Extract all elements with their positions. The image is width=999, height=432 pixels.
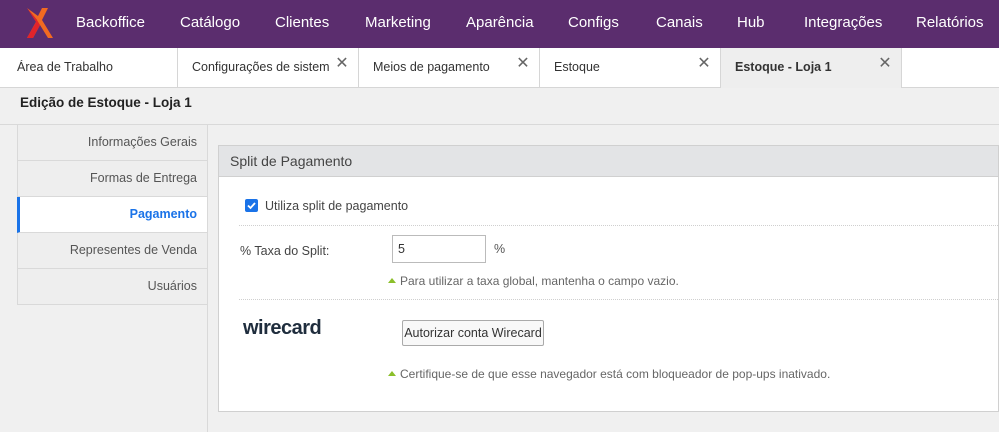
- page-title: Edição de Estoque - Loja 1: [20, 95, 192, 110]
- logo-x-icon[interactable]: [24, 6, 54, 40]
- tab-label: Configurações de sistema: [192, 60, 329, 74]
- split-checkbox[interactable]: [245, 199, 258, 212]
- popup-hint: Certifique-se de que esse navegador está…: [388, 367, 830, 381]
- popup-hint-text: Certifique-se de que esse navegador está…: [400, 367, 831, 381]
- divider: [239, 299, 999, 300]
- close-icon[interactable]: ✕: [515, 56, 531, 72]
- nav-item-configs[interactable]: Configs: [568, 0, 619, 48]
- sidebar-item-label: Representes de Venda: [69, 243, 197, 257]
- panel-title: Split de Pagamento: [230, 153, 353, 169]
- sidebar-item-formas-de-entrega[interactable]: Formas de Entrega: [17, 161, 208, 197]
- sidebar-item-representes-de-venda[interactable]: Representes de Venda: [17, 233, 208, 269]
- fee-unit: %: [494, 242, 506, 256]
- split-payment-panel: Split de Pagamento Utiliza split de paga…: [218, 145, 999, 412]
- divider: [207, 125, 208, 432]
- tab-label: Estoque - Loja 1: [735, 60, 832, 74]
- sidebar-item-informacoes-gerais[interactable]: Informações Gerais: [17, 125, 208, 161]
- nav-item-canais[interactable]: Canais: [656, 0, 703, 48]
- authorize-wirecard-button[interactable]: Autorizar conta Wirecard: [402, 320, 544, 346]
- tab-meios-de-pagamento[interactable]: Meios de pagamento ✕: [359, 48, 540, 87]
- nav-item-aparencia[interactable]: Aparência: [466, 0, 534, 48]
- tab-bar: Área de Trabalho Configurações de sistem…: [0, 48, 999, 88]
- sidebar-item-label: Formas de Entrega: [90, 171, 197, 185]
- arrow-up-icon: [388, 371, 396, 376]
- close-icon[interactable]: ✕: [334, 56, 350, 72]
- tab-label: Meios de pagamento: [373, 60, 490, 74]
- sidebar-item-label: Informações Gerais: [87, 135, 197, 149]
- split-checkbox-label[interactable]: Utiliza split de pagamento: [265, 199, 408, 213]
- fee-hint-text: Para utilizar a taxa global, mantenha o …: [400, 274, 679, 288]
- wirecard-logo: wirecard: [243, 317, 322, 339]
- close-icon[interactable]: ✕: [696, 56, 712, 72]
- tab-configuracoes-de-sistema[interactable]: Configurações de sistema ✕: [178, 48, 359, 87]
- fee-hint: Para utilizar a taxa global, mantenha o …: [388, 274, 679, 288]
- divider: [239, 225, 999, 226]
- nav-item-backoffice[interactable]: Backoffice: [76, 0, 145, 48]
- fee-input[interactable]: [392, 235, 486, 263]
- sidebar-item-label: Usuários: [147, 279, 197, 293]
- tab-estoque-loja-1[interactable]: Estoque - Loja 1 ✕: [721, 48, 902, 88]
- sidebar-item-usuarios[interactable]: Usuários: [17, 269, 208, 305]
- tab-area-de-trabalho[interactable]: Área de Trabalho: [0, 48, 178, 87]
- panel-header: Split de Pagamento: [219, 146, 998, 177]
- sidebar-item-label: Pagamento: [129, 207, 197, 221]
- top-navigation: Backoffice Catálogo Clientes Marketing A…: [0, 0, 999, 48]
- nav-item-relatorios[interactable]: Relatórios: [916, 0, 984, 48]
- tab-label: Estoque: [554, 60, 600, 74]
- fee-label: % Taxa do Split:: [240, 244, 330, 258]
- tab-label: Área de Trabalho: [17, 60, 113, 74]
- tab-estoque[interactable]: Estoque ✕: [540, 48, 721, 87]
- arrow-up-icon: [388, 278, 396, 283]
- nav-item-clientes[interactable]: Clientes: [275, 0, 329, 48]
- nav-item-hub[interactable]: Hub: [737, 0, 765, 48]
- nav-item-catalogo[interactable]: Catálogo: [180, 0, 240, 48]
- sidebar-item-pagamento[interactable]: Pagamento: [17, 197, 208, 233]
- nav-item-integracoes[interactable]: Integrações: [804, 0, 882, 48]
- close-icon[interactable]: ✕: [877, 56, 893, 72]
- sidebar: Informações Gerais Formas de Entrega Pag…: [17, 125, 208, 305]
- checkmark-icon: [247, 202, 256, 210]
- nav-item-marketing[interactable]: Marketing: [365, 0, 431, 48]
